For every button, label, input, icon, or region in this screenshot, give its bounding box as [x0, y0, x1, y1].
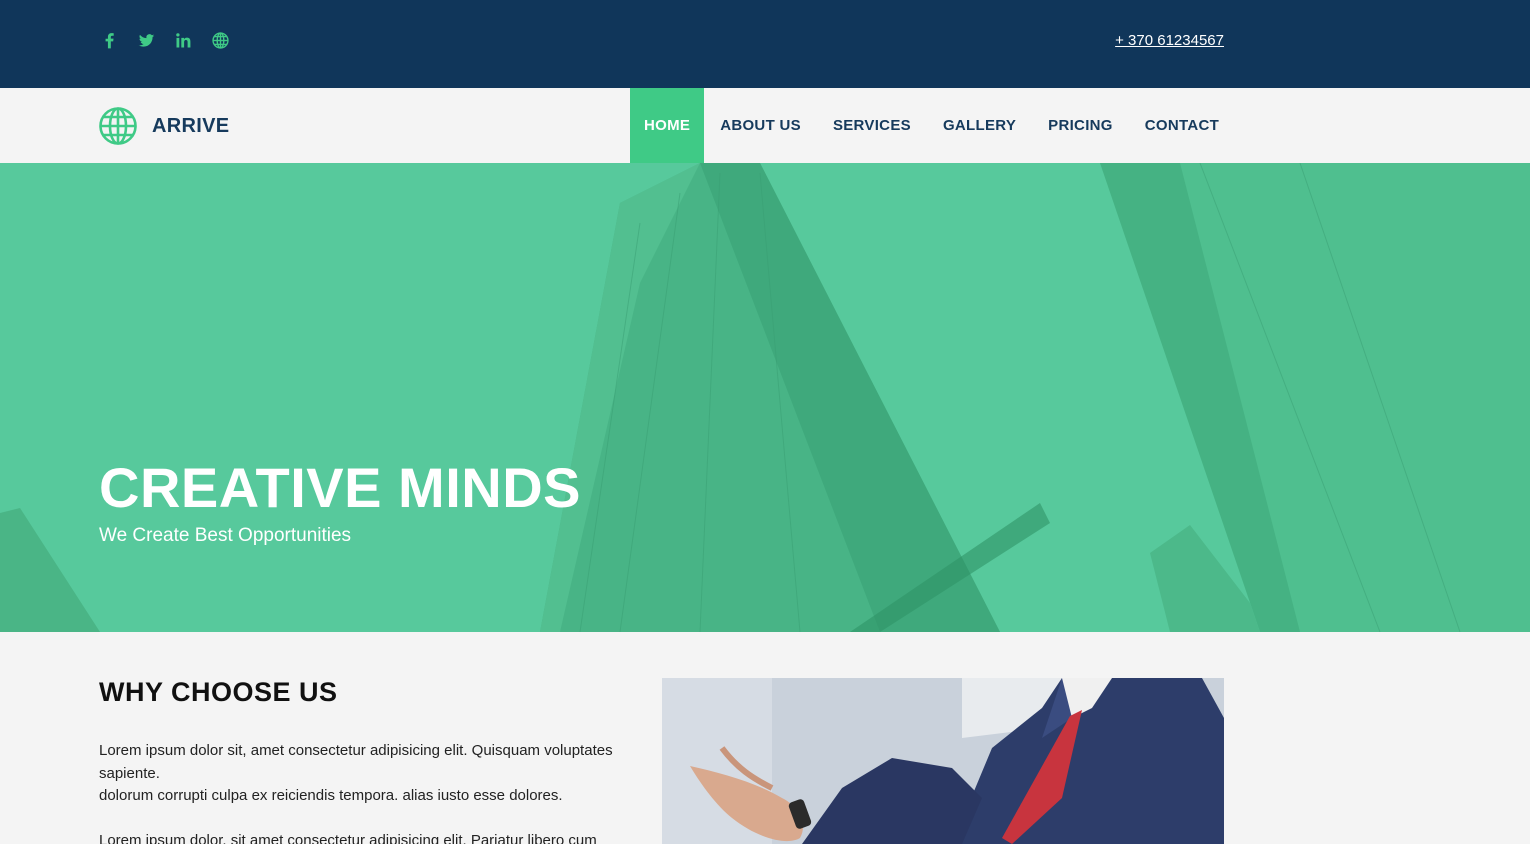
section-title: WHY CHOOSE US [99, 677, 338, 707]
hero-title: CREATIVE MINDS [99, 456, 581, 519]
linkedin-icon[interactable] [173, 30, 194, 51]
paragraph-line: Lorem ipsum dolor sit, amet consectetur … [99, 742, 613, 782]
nav-menu: HOME ABOUT US SERVICES GALLERY PRICING C… [630, 88, 1235, 163]
section-body: Lorem ipsum dolor sit, amet consectetur … [99, 740, 629, 844]
brand-name: ARRIVE [152, 114, 230, 137]
nav-item-gallery[interactable]: GALLERY [927, 88, 1032, 163]
globe-icon[interactable] [210, 30, 231, 51]
social-links [99, 30, 231, 51]
main-navbar: ARRIVE HOME ABOUT US SERVICES GALLERY PR… [0, 88, 1530, 163]
phone-link[interactable]: + 370 61234567 [1115, 32, 1224, 49]
paragraph: Lorem ipsum dolor sit, amet consectetur … [99, 740, 629, 808]
paragraph: Lorem ipsum dolor, sit amet consectetur … [99, 831, 597, 844]
brand-logo[interactable]: ARRIVE [98, 106, 229, 146]
hero-banner: CREATIVE MINDS We Create Best Opportunit… [0, 163, 1530, 632]
globe-icon [98, 106, 138, 146]
hero-subtitle: We Create Best Opportunities [99, 525, 352, 546]
nav-item-services[interactable]: SERVICES [817, 88, 927, 163]
nav-item-contact[interactable]: CONTACT [1129, 88, 1235, 163]
nav-item-pricing[interactable]: PRICING [1032, 88, 1129, 163]
twitter-icon[interactable] [136, 30, 157, 51]
top-bar: + 370 61234567 [0, 0, 1530, 88]
facebook-icon[interactable] [99, 30, 120, 51]
hero-background-image [0, 163, 1530, 632]
paragraph-line: dolorum corrupti culpa ex reiciendis tem… [99, 787, 563, 804]
nav-item-about-us[interactable]: ABOUT US [704, 88, 817, 163]
businessman-photo [662, 678, 1224, 844]
nav-item-home[interactable]: HOME [630, 88, 705, 163]
